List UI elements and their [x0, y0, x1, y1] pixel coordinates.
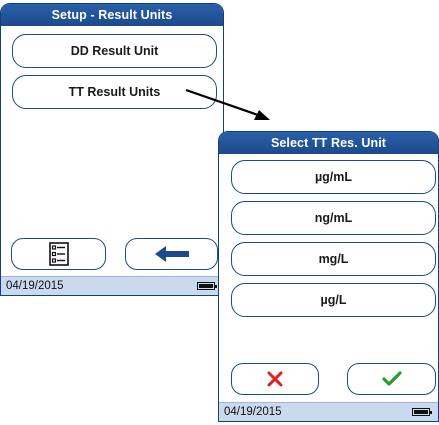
list-menu-icon [48, 242, 69, 266]
battery-icon [412, 408, 432, 416]
unit-option-ug-l[interactable]: µg/L [231, 283, 436, 317]
cancel-button[interactable] [231, 363, 319, 395]
unit-option-mg-l[interactable]: mg/L [231, 242, 436, 276]
unit-option-ng-ml[interactable]: ng/mL [231, 201, 436, 235]
confirm-button[interactable] [347, 363, 436, 395]
back-button[interactable] [125, 238, 218, 270]
back-arrow-icon [154, 246, 189, 262]
screen-title: Select TT Res. Unit [219, 132, 438, 154]
confirm-check-icon [381, 371, 402, 386]
status-date: 04/19/2015 [224, 406, 282, 418]
screen-title: Setup - Result Units [1, 4, 223, 26]
status-bar: 04/19/2015 [219, 402, 438, 421]
status-bar: 04/19/2015 [1, 276, 223, 295]
battery-icon [197, 282, 217, 290]
menu-button[interactable] [11, 238, 106, 270]
tt-result-units-button[interactable]: TT Result Units [12, 75, 217, 109]
setup-result-units-screen: Setup - Result Units DD Result Unit TT R… [0, 3, 224, 296]
status-date: 04/19/2015 [6, 280, 64, 292]
cancel-x-icon [267, 371, 283, 387]
dd-result-unit-button[interactable]: DD Result Unit [12, 34, 217, 68]
unit-option-ug-ml[interactable]: µg/mL [231, 160, 436, 194]
select-tt-res-unit-screen: Select TT Res. Unit µg/mL ng/mL mg/L µg/… [218, 131, 439, 422]
